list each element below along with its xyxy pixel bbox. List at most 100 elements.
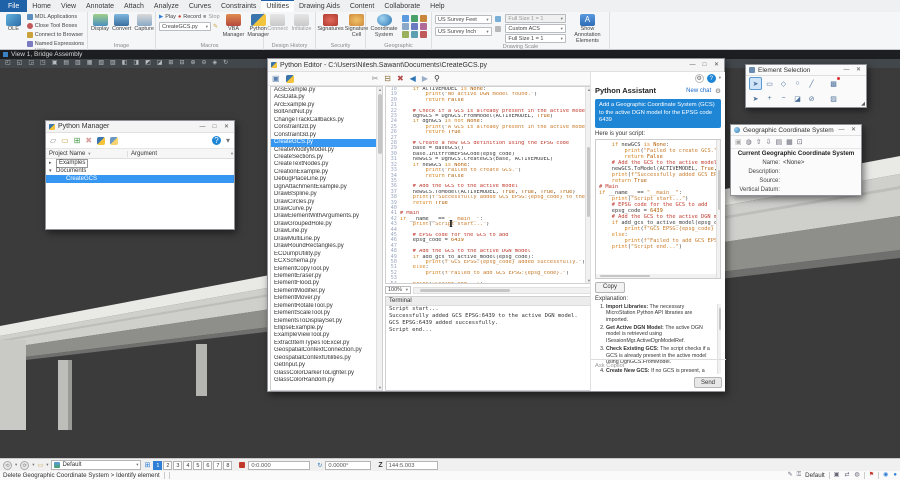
- selection-method-button[interactable]: −: [777, 92, 790, 105]
- gcs-tool-icon[interactable]: ⊡: [797, 138, 803, 146]
- view-tool-icon[interactable]: ◧: [122, 59, 128, 68]
- file-row[interactable]: ElementScaleTool.py: [271, 310, 376, 317]
- file-row[interactable]: DrawLine.py: [271, 228, 376, 235]
- selection-method-button[interactable]: ⊘: [805, 92, 818, 105]
- status-icon[interactable]: ◍: [854, 471, 859, 480]
- maximize-button[interactable]: □: [700, 60, 709, 70]
- scale-lock-icon[interactable]: [495, 16, 501, 22]
- snap-mode-label[interactable]: Default: [805, 472, 825, 479]
- acs-lock-icon[interactable]: [495, 26, 501, 32]
- file-row[interactable]: DrawRoundRectangles.py: [271, 243, 376, 250]
- assistant-input-area[interactable]: Ask Copilot Send: [591, 359, 726, 391]
- view-tool-icon[interactable]: ◨: [133, 59, 139, 68]
- gear-icon[interactable]: ⚙: [715, 87, 721, 95]
- send-button[interactable]: Send: [694, 377, 722, 388]
- signature-cell-button[interactable]: Signature Cell: [345, 13, 368, 39]
- scroll-down-icon[interactable]: ▼: [377, 385, 383, 390]
- ole-button[interactable]: OLE: [3, 13, 24, 33]
- view-tool-icon[interactable]: ⊟: [179, 59, 184, 68]
- connect-to-browser-button[interactable]: Connect to Browser: [27, 31, 84, 39]
- file-row[interactable]: ElementCopyTool.py: [271, 266, 376, 273]
- view-tool-icon[interactable]: ▧: [98, 59, 104, 68]
- view-tool-icon[interactable]: ▤: [63, 59, 69, 68]
- file-row[interactable]: CreateGCS.py: [271, 139, 376, 146]
- zoom-level-dropdown[interactable]: 100%▾: [385, 286, 411, 294]
- status-icon[interactable]: ⚿: [797, 471, 802, 480]
- selection-mode-button[interactable]: ○: [791, 77, 804, 90]
- close-button[interactable]: ✕: [222, 122, 231, 132]
- file-row[interactable]: GeospatialContextConnection.py: [271, 347, 376, 354]
- assistant-code-block[interactable]: if newGCS is None: print("Failed to crea…: [595, 139, 721, 279]
- ribbon-tab[interactable]: Content: [345, 0, 380, 12]
- view-tool-icon[interactable]: ↻: [223, 59, 228, 68]
- view-group-dropdown[interactable]: Default ▾: [51, 460, 141, 470]
- gcs-tool-icon[interactable]: ◍: [746, 138, 752, 146]
- horizontal-scrollbar[interactable]: [413, 287, 591, 294]
- close-tool-boxes-button[interactable]: Close Tool Boxes: [27, 22, 84, 30]
- column-argument[interactable]: Argument: [131, 151, 157, 157]
- file-row[interactable]: ElementRotateTool.py: [271, 303, 376, 310]
- file-row[interactable]: ArcExample.py: [271, 102, 376, 109]
- ribbon-tab[interactable]: Constraints: [216, 0, 261, 12]
- named-expressions-button[interactable]: Named Expressions: [27, 40, 84, 48]
- minimize-button[interactable]: —: [842, 65, 851, 75]
- settings-icon[interactable]: ⚙: [695, 74, 704, 83]
- unit-primary-dropdown[interactable]: US Survey Feet▾: [435, 15, 492, 24]
- run-script-icon[interactable]: [286, 75, 294, 83]
- gcs-tool-icon[interactable]: ▣: [735, 138, 742, 146]
- scroll-up-icon[interactable]: ▲: [377, 87, 383, 92]
- expander-icon[interactable]: ▾: [49, 168, 54, 174]
- folder-icon[interactable]: ▭: [38, 462, 44, 469]
- geo-tool-icon[interactable]: [420, 31, 427, 38]
- geo-tool-icon[interactable]: [411, 15, 418, 22]
- file-row[interactable]: Constraint3d.py: [271, 132, 376, 139]
- view-tool-icon[interactable]: ⊖: [202, 59, 207, 68]
- mdl-applications-button[interactable]: MDL Applications: [27, 13, 84, 21]
- status-icon[interactable]: ⇄: [844, 471, 849, 480]
- display-set-button[interactable]: ▩: [827, 77, 840, 90]
- code-line[interactable]: 54 print("Script end..."): [386, 282, 585, 284]
- ribbon-tab[interactable]: Help: [425, 0, 449, 12]
- file-row[interactable]: DrawBSpline.py: [271, 191, 376, 198]
- new-chat-link[interactable]: New chat: [686, 88, 711, 94]
- assistant-code-hscroll[interactable]: [596, 274, 716, 278]
- file-row[interactable]: BoltAndNut.py: [271, 109, 376, 116]
- file-row[interactable]: ElementModifier.py: [271, 288, 376, 295]
- coordinate-system-button[interactable]: Coordinate System: [369, 13, 399, 39]
- file-row[interactable]: Constraint2d.py: [271, 124, 376, 131]
- ribbon-tab[interactable]: Home: [27, 0, 56, 12]
- file-row[interactable]: DgnAttachmentExample.py: [271, 184, 376, 191]
- file-row[interactable]: ExtractItemTypesToExcel.py: [271, 340, 376, 347]
- display-button[interactable]: Display: [91, 13, 109, 33]
- geo-tool-icon[interactable]: [411, 23, 418, 30]
- file-row[interactable]: DrawCircles.py: [271, 199, 376, 206]
- minimize-button[interactable]: —: [198, 122, 207, 132]
- file-row[interactable]: EllipseExample.py: [271, 325, 376, 332]
- acs-dropdown[interactable]: Custom ACS▾: [505, 24, 566, 33]
- file-row[interactable]: DrawElementWithArguments.py: [271, 213, 376, 220]
- angle-readout[interactable]: 0.0000°: [325, 461, 371, 470]
- gcs-tool-icon[interactable]: ⇧: [756, 138, 762, 146]
- ribbon-tab[interactable]: File: [0, 0, 27, 12]
- undo-icon[interactable]: ◀: [410, 72, 416, 86]
- help-icon[interactable]: ?: [212, 136, 221, 145]
- view-toggle-button[interactable]: 2: [163, 461, 172, 470]
- file-row[interactable]: CreationExample.py: [271, 169, 376, 176]
- file-row[interactable]: GeospatialContextUtilities.py: [271, 355, 376, 362]
- status-icon[interactable]: ▣: [834, 471, 840, 480]
- add-folder-icon[interactable]: ⊞: [74, 136, 81, 145]
- status-icon[interactable]: ✎: [788, 471, 793, 480]
- file-row[interactable]: ECDumpUtility.py: [271, 251, 376, 258]
- tree-row-creategcs-selected[interactable]: CreateGCS: [46, 175, 234, 183]
- chevron-down-icon[interactable]: ▾: [32, 462, 34, 468]
- open-folder-icon[interactable]: ▭: [61, 136, 69, 145]
- close-button[interactable]: ✕: [854, 65, 863, 75]
- file-row[interactable]: CreateTextNodes.py: [271, 161, 376, 168]
- capture-button[interactable]: Capture: [134, 13, 154, 33]
- geo-tool-icon[interactable]: [402, 31, 409, 38]
- find-icon[interactable]: ⚲: [434, 72, 440, 86]
- ribbon-tab[interactable]: Collaborate: [379, 0, 425, 12]
- ribbon-tab[interactable]: Attach: [119, 0, 149, 12]
- assistant-code-vscroll[interactable]: [716, 140, 720, 278]
- gcs-tool-icon[interactable]: ⇩: [766, 138, 772, 146]
